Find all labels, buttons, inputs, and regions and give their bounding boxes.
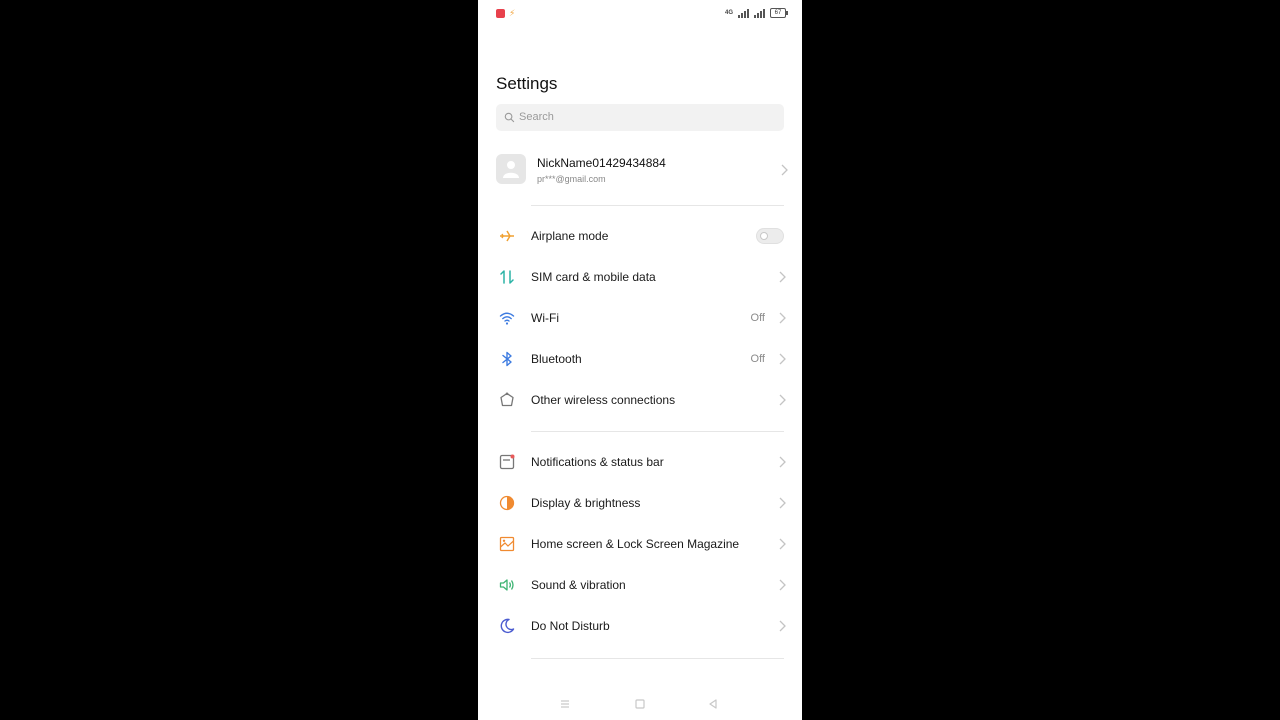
navigation-bar <box>478 692 802 716</box>
chevron-right-icon <box>781 164 788 176</box>
status-left: ⚡ <box>496 9 515 18</box>
phone-screen: ⚡ 4G 67 Settings Search NickName01429434… <box>478 0 802 720</box>
wifi-status: Off <box>750 312 765 324</box>
chevron-right-icon <box>779 456 786 468</box>
settings-item-display[interactable]: Display & brightness <box>478 483 802 524</box>
settings-item-wifi[interactable]: Wi-Fi Off <box>478 298 802 339</box>
settings-item-label: Do Not Disturb <box>531 619 610 633</box>
status-right: 4G 67 <box>724 8 788 18</box>
divider <box>531 658 784 659</box>
search-input[interactable]: Search <box>496 104 784 131</box>
charging-icon: ⚡ <box>509 8 516 18</box>
settings-item-label: Airplane mode <box>531 229 609 243</box>
settings-item-label: Wi-Fi <box>531 311 559 325</box>
chevron-right-icon <box>779 271 786 283</box>
settings-item-label: Bluetooth <box>531 352 582 366</box>
chevron-right-icon <box>779 497 786 509</box>
chevron-right-icon <box>779 353 786 365</box>
back-icon[interactable] <box>706 697 720 711</box>
settings-item-airplane-mode[interactable]: Airplane mode <box>478 216 802 257</box>
search-placeholder: Search <box>519 111 554 123</box>
moon-icon <box>500 618 515 634</box>
status-bar: ⚡ 4G 67 <box>478 0 802 28</box>
account-name: NickName01429434884 <box>537 156 666 170</box>
divider <box>531 431 784 432</box>
wireless-connections-icon <box>500 392 514 407</box>
battery-icon: 67 <box>770 8 788 18</box>
settings-item-label: Sound & vibration <box>531 578 626 592</box>
chevron-right-icon <box>779 620 786 632</box>
home-screen-icon <box>499 536 515 552</box>
airplane-icon <box>500 230 514 242</box>
settings-item-home-screen[interactable]: Home screen & Lock Screen Magazine <box>478 524 802 565</box>
divider <box>531 205 784 206</box>
chevron-right-icon <box>779 394 786 406</box>
settings-item-label: SIM card & mobile data <box>531 270 656 284</box>
avatar <box>496 154 526 184</box>
settings-item-label: Notifications & status bar <box>531 455 664 469</box>
signal-icon-2 <box>754 8 765 18</box>
settings-item-other-wireless[interactable]: Other wireless connections <box>478 380 802 421</box>
page-title: Settings <box>496 74 558 93</box>
search-icon <box>504 112 515 123</box>
chevron-right-icon <box>779 579 786 591</box>
network-type-label: 4G <box>724 10 733 16</box>
settings-item-sound[interactable]: Sound & vibration <box>478 565 802 606</box>
settings-item-label: Home screen & Lock Screen Magazine <box>531 537 740 551</box>
airplane-mode-toggle[interactable] <box>756 228 784 244</box>
chevron-right-icon <box>779 312 786 324</box>
home-icon[interactable] <box>633 697 647 711</box>
chevron-right-icon <box>779 538 786 550</box>
app-notification-icon <box>496 9 505 18</box>
bluetooth-status: Off <box>750 353 765 365</box>
signal-icon <box>738 8 749 18</box>
settings-item-bluetooth[interactable]: Bluetooth Off <box>478 339 802 380</box>
sim-data-icon <box>500 270 514 284</box>
settings-item-label: Other wireless connections <box>531 393 676 407</box>
bluetooth-icon <box>502 351 512 367</box>
notifications-icon <box>499 454 515 470</box>
display-brightness-icon <box>499 495 515 511</box>
settings-item-notifications[interactable]: Notifications & status bar <box>478 442 802 483</box>
menu-icon[interactable] <box>558 697 572 711</box>
wifi-icon <box>499 312 515 325</box>
account-row[interactable]: NickName01429434884 pr***@gmail.com <box>496 154 788 186</box>
settings-item-label: Display & brightness <box>531 496 641 510</box>
sound-icon <box>499 579 514 591</box>
account-email: pr***@gmail.com <box>537 174 606 184</box>
settings-item-do-not-disturb[interactable]: Do Not Disturb <box>478 606 802 647</box>
user-icon <box>503 161 519 178</box>
battery-level: 67 <box>774 10 782 16</box>
settings-item-sim-card[interactable]: SIM card & mobile data <box>478 257 802 298</box>
